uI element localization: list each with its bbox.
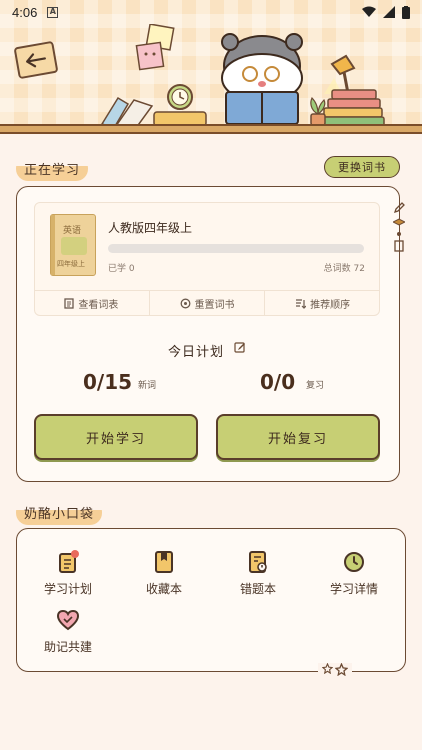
studying-section-title: 正在学习 bbox=[16, 156, 89, 181]
review-count: 0/0 bbox=[260, 370, 296, 394]
left-books-illustration bbox=[100, 96, 207, 128]
notebook-icon[interactable] bbox=[394, 240, 404, 252]
dot-icon bbox=[397, 232, 401, 236]
recommended-order-label: 推荐顺序 bbox=[310, 300, 351, 311]
edit-icon[interactable] bbox=[234, 342, 246, 354]
book-cover-subtitle: 四年级上 bbox=[57, 260, 85, 268]
status-icons bbox=[362, 5, 410, 19]
study-plan-label: 学习计划 bbox=[43, 582, 92, 596]
book-cover[interactable]: 英语 四年级上 bbox=[50, 214, 96, 276]
new-word-label: 新词 bbox=[138, 381, 157, 391]
clock-icon bbox=[344, 552, 364, 572]
status-time: 4:06 bbox=[12, 4, 38, 20]
total-word-count: 总词数 72 bbox=[323, 264, 365, 274]
mistake-book-label: 错题本 bbox=[239, 582, 276, 596]
study-details-label: 学习详情 bbox=[329, 582, 378, 596]
back-arrow-icon bbox=[26, 53, 46, 68]
book-progress-bar bbox=[108, 244, 364, 253]
decorative-stars bbox=[318, 663, 352, 676]
favorites-item[interactable]: 收藏本 bbox=[124, 550, 204, 597]
change-book-button[interactable]: 更换词书 bbox=[324, 156, 400, 178]
view-word-list-button[interactable]: 查看词表 bbox=[34, 291, 150, 316]
mnemonic-build-label: 助记共建 bbox=[43, 640, 92, 654]
favorites-label: 收藏本 bbox=[145, 582, 182, 596]
status-bar: 4:06 A bbox=[0, 0, 422, 24]
star-icon bbox=[322, 663, 333, 674]
review-label: 复习 bbox=[306, 381, 325, 391]
book-actions: 查看词表 重置词书 推荐顺序 bbox=[34, 290, 380, 316]
mistake-book-item[interactable]: 错题本 bbox=[218, 550, 298, 597]
learned-count: 已学 0 bbox=[108, 264, 135, 274]
star-icon bbox=[335, 663, 348, 676]
hamster-mascot bbox=[221, 33, 303, 125]
reset-book-button[interactable]: 重置词书 bbox=[150, 291, 266, 316]
side-toolbar bbox=[392, 202, 406, 252]
start-review-button[interactable]: 开始复习 bbox=[216, 414, 380, 460]
bookmark-icon bbox=[155, 551, 173, 573]
new-word-count: 0/15 bbox=[83, 370, 133, 394]
signal-icon bbox=[383, 6, 395, 18]
recommended-order-button[interactable]: 推荐顺序 bbox=[265, 291, 380, 316]
mistake-book-icon bbox=[249, 551, 267, 573]
list-icon bbox=[64, 298, 74, 309]
back-button[interactable] bbox=[13, 40, 59, 80]
study-details-item[interactable]: 学习详情 bbox=[314, 550, 394, 597]
clipboard-icon bbox=[59, 550, 79, 573]
reset-icon bbox=[180, 298, 190, 309]
view-word-list-label: 查看词表 bbox=[78, 300, 119, 311]
study-plan-item[interactable]: 学习计划 bbox=[28, 550, 108, 597]
sort-icon bbox=[296, 299, 307, 309]
heart-icon bbox=[56, 609, 80, 631]
shelf bbox=[0, 124, 422, 134]
book-cover-picture bbox=[61, 237, 87, 255]
notification-badge: A bbox=[47, 6, 59, 18]
sticky-notes-illustration bbox=[135, 24, 175, 71]
book-title: 人教版四年级上 bbox=[108, 221, 193, 235]
book-spine bbox=[51, 215, 55, 275]
graduation-cap-icon[interactable] bbox=[393, 218, 405, 228]
mnemonic-build-item[interactable]: 助记共建 bbox=[28, 608, 108, 655]
pencil-icon[interactable] bbox=[393, 202, 405, 214]
start-learning-button[interactable]: 开始学习 bbox=[34, 414, 198, 460]
today-plan-title: 今日计划 bbox=[168, 345, 225, 360]
wifi-icon bbox=[362, 6, 376, 17]
battery-icon bbox=[402, 5, 410, 19]
pocket-section-title: 奶酪小口袋 bbox=[16, 500, 103, 525]
reset-book-label: 重置词书 bbox=[194, 300, 235, 311]
book-cover-title: 英语 bbox=[63, 226, 82, 236]
